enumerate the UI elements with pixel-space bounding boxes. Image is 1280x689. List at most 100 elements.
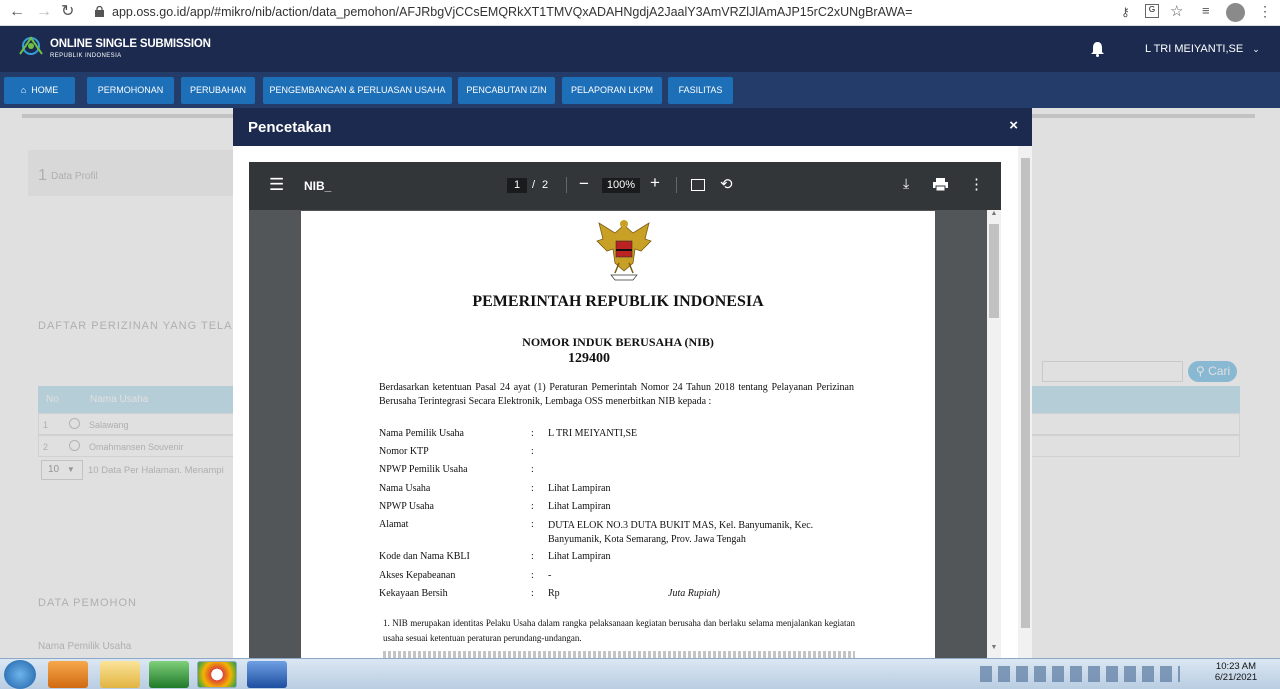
nav-permohonan[interactable]: PERMOHONAN xyxy=(87,77,174,104)
toolbar-divider xyxy=(566,177,567,193)
field-value: - xyxy=(548,570,552,581)
print-icon[interactable] xyxy=(933,178,948,191)
reading-list-icon[interactable]: ≡ xyxy=(1202,3,1210,18)
nav-home-label: HOME xyxy=(31,85,59,95)
chevron-down-icon: ⌄ xyxy=(1252,44,1260,54)
user-name: L TRI MEIYANTI,SE xyxy=(1145,43,1244,55)
field-label: NPWP Usaha xyxy=(379,501,434,512)
garuda-emblem-icon xyxy=(596,220,652,281)
field-label: Akses Kepabeanan xyxy=(379,570,456,581)
scroll-up-icon[interactable]: ▲ xyxy=(987,210,1001,222)
field-label: Kekayaan Bersih xyxy=(379,588,448,599)
pdf-page: PEMERINTAH REPUBLIK INDONESIA NOMOR INDU… xyxy=(301,211,935,658)
modal-scroll-thumb[interactable] xyxy=(1021,158,1030,628)
zoom-in-icon[interactable]: + xyxy=(650,173,660,193)
field-value: Lihat Lampiran xyxy=(548,501,611,512)
rotate-icon[interactable]: ⟲ xyxy=(720,175,733,193)
more-icon[interactable]: ⋮ xyxy=(969,175,984,193)
scroll-down-icon[interactable]: ▼ xyxy=(987,644,1001,656)
main-nav: ⌂ HOME PERMOHONAN PERUBAHAN PENGEMBANGAN… xyxy=(0,72,1280,108)
pdf-note-cut xyxy=(383,651,855,658)
field-colon: : xyxy=(531,446,534,457)
star-icon[interactable]: ☆ xyxy=(1170,2,1183,20)
nav-pengembangan[interactable]: PENGEMBANGAN & PERLUASAN USAHA xyxy=(263,77,452,104)
pdf-heading: PEMERINTAH REPUBLIK INDONESIA xyxy=(472,293,764,310)
windows-taskbar: 10:23 AM 6/21/2021 xyxy=(0,658,1280,689)
modal-header: Pencetakan × xyxy=(233,108,1032,146)
modal-scrollbar[interactable] xyxy=(1018,146,1032,658)
zoom-out-icon[interactable]: − xyxy=(579,174,589,194)
site-header: ONLINE SINGLE SUBMISSION REPUBLIK INDONE… xyxy=(0,26,1280,72)
logo-title[interactable]: ONLINE SINGLE SUBMISSION xyxy=(50,38,211,50)
field-label: NPWP Pemilik Usaha xyxy=(379,464,468,475)
nav-home[interactable]: ⌂ HOME xyxy=(4,77,75,104)
pdf-note: 1. NIB merupakan identitas Pelaku Usaha … xyxy=(383,618,855,643)
field-value: Lihat Lampiran xyxy=(548,551,611,562)
field-colon: : xyxy=(531,551,534,562)
system-tray-icons[interactable] xyxy=(980,666,1180,682)
field-colon: : xyxy=(531,483,534,494)
page-total: 2 xyxy=(542,179,549,191)
modal-title: Pencetakan xyxy=(248,119,332,136)
menu-icon[interactable]: ☰ xyxy=(269,175,284,195)
page-separator: / xyxy=(532,179,536,191)
clock-date: 6/21/2021 xyxy=(1214,672,1258,683)
chrome-taskbar-icon[interactable] xyxy=(197,661,237,688)
pdf-scroll-thumb[interactable] xyxy=(989,224,999,318)
zoom-input[interactable]: 100% xyxy=(602,178,640,193)
reload-icon[interactable]: ↻ xyxy=(61,4,74,20)
key-icon[interactable]: ⚷ xyxy=(1121,5,1130,19)
lock-icon xyxy=(95,6,104,17)
field-colon: : xyxy=(531,428,534,439)
logo-subtitle: REPUBLIK INDONESIA xyxy=(50,53,122,59)
field-value: Rp xyxy=(548,588,560,599)
translate-icon[interactable]: G xyxy=(1145,4,1159,18)
nav-pelaporan-lkpm[interactable]: PELAPORAN LKPM xyxy=(562,77,662,104)
print-modal: Pencetakan × ☰ NIB_ 1 / 2 − 100% + ⟲ ⤓ ⋮ xyxy=(233,108,1032,658)
field-colon: : xyxy=(531,588,534,599)
forward-icon[interactable]: → xyxy=(36,4,52,20)
field-value: L TRI MEIYANTI,SE xyxy=(548,428,638,439)
address-bar-url[interactable]: app.oss.go.id/app/#mikro/nib/action/data… xyxy=(112,5,912,19)
field-label: Nama Pemilik Usaha xyxy=(379,428,464,439)
field-colon: : xyxy=(531,501,534,512)
nav-pencabutan-izin[interactable]: PENCABUTAN IZIN xyxy=(458,77,555,104)
field-colon: : xyxy=(531,519,534,530)
page-number-input[interactable]: 1 xyxy=(507,178,527,193)
nib-number: 129400 xyxy=(568,351,610,366)
field-value: DUTA ELOK NO.3 DUTA BUKIT MAS, Kel. Bany… xyxy=(548,520,814,545)
pdf-document-title: NIB_ xyxy=(304,179,332,193)
word-taskbar-icon[interactable] xyxy=(247,661,287,688)
nib-title: NOMOR INDUK BERUSAHA (NIB) xyxy=(522,335,714,349)
field-colon: : xyxy=(531,464,534,475)
pdf-toolbar: ☰ NIB_ 1 / 2 − 100% + ⟲ ⤓ ⋮ xyxy=(249,162,1001,210)
excel-taskbar-icon[interactable] xyxy=(149,661,189,688)
clock[interactable]: 10:23 AM 6/21/2021 xyxy=(1212,661,1260,683)
download-icon[interactable]: ⤓ xyxy=(903,175,909,192)
home-icon: ⌂ xyxy=(20,85,27,95)
field-label: Alamat xyxy=(379,519,409,530)
bell-icon[interactable] xyxy=(1090,41,1105,57)
close-icon[interactable]: × xyxy=(1009,117,1018,134)
pdf-scrollbar[interactable]: ▲ ▼ xyxy=(987,210,1001,658)
field-label: Nama Usaha xyxy=(379,483,431,494)
media-player-taskbar-icon[interactable] xyxy=(48,661,88,688)
nav-perubahan[interactable]: PERUBAHAN xyxy=(181,77,255,104)
more-icon[interactable]: ⋮ xyxy=(1258,3,1272,20)
browser-bar: ← → ↻ app.oss.go.id/app/#mikro/nib/actio… xyxy=(0,0,1280,26)
nav-fasilitas[interactable]: FASILITAS xyxy=(668,77,733,104)
profile-avatar[interactable] xyxy=(1226,3,1245,22)
field-value: Lihat Lampiran xyxy=(548,483,611,494)
kekayaan-unit: Juta Rupiah) xyxy=(668,588,720,599)
oss-logo-icon[interactable] xyxy=(16,34,46,62)
pdf-intro: Berdasarkan ketentuan Pasal 24 ayat (1) … xyxy=(379,382,854,407)
toolbar-divider xyxy=(676,177,677,193)
field-label: Kode dan Nama KBLI xyxy=(379,551,470,562)
field-colon: : xyxy=(531,570,534,581)
start-button[interactable] xyxy=(4,660,36,689)
explorer-taskbar-icon[interactable] xyxy=(100,661,140,688)
user-menu[interactable]: L TRI MEIYANTI,SE ⌄ xyxy=(1145,43,1260,55)
fit-page-icon[interactable] xyxy=(691,179,705,191)
back-icon[interactable]: ← xyxy=(9,4,25,20)
pdf-viewer: ☰ NIB_ 1 / 2 − 100% + ⟲ ⤓ ⋮ PEMERINTAH R… xyxy=(249,162,1001,658)
